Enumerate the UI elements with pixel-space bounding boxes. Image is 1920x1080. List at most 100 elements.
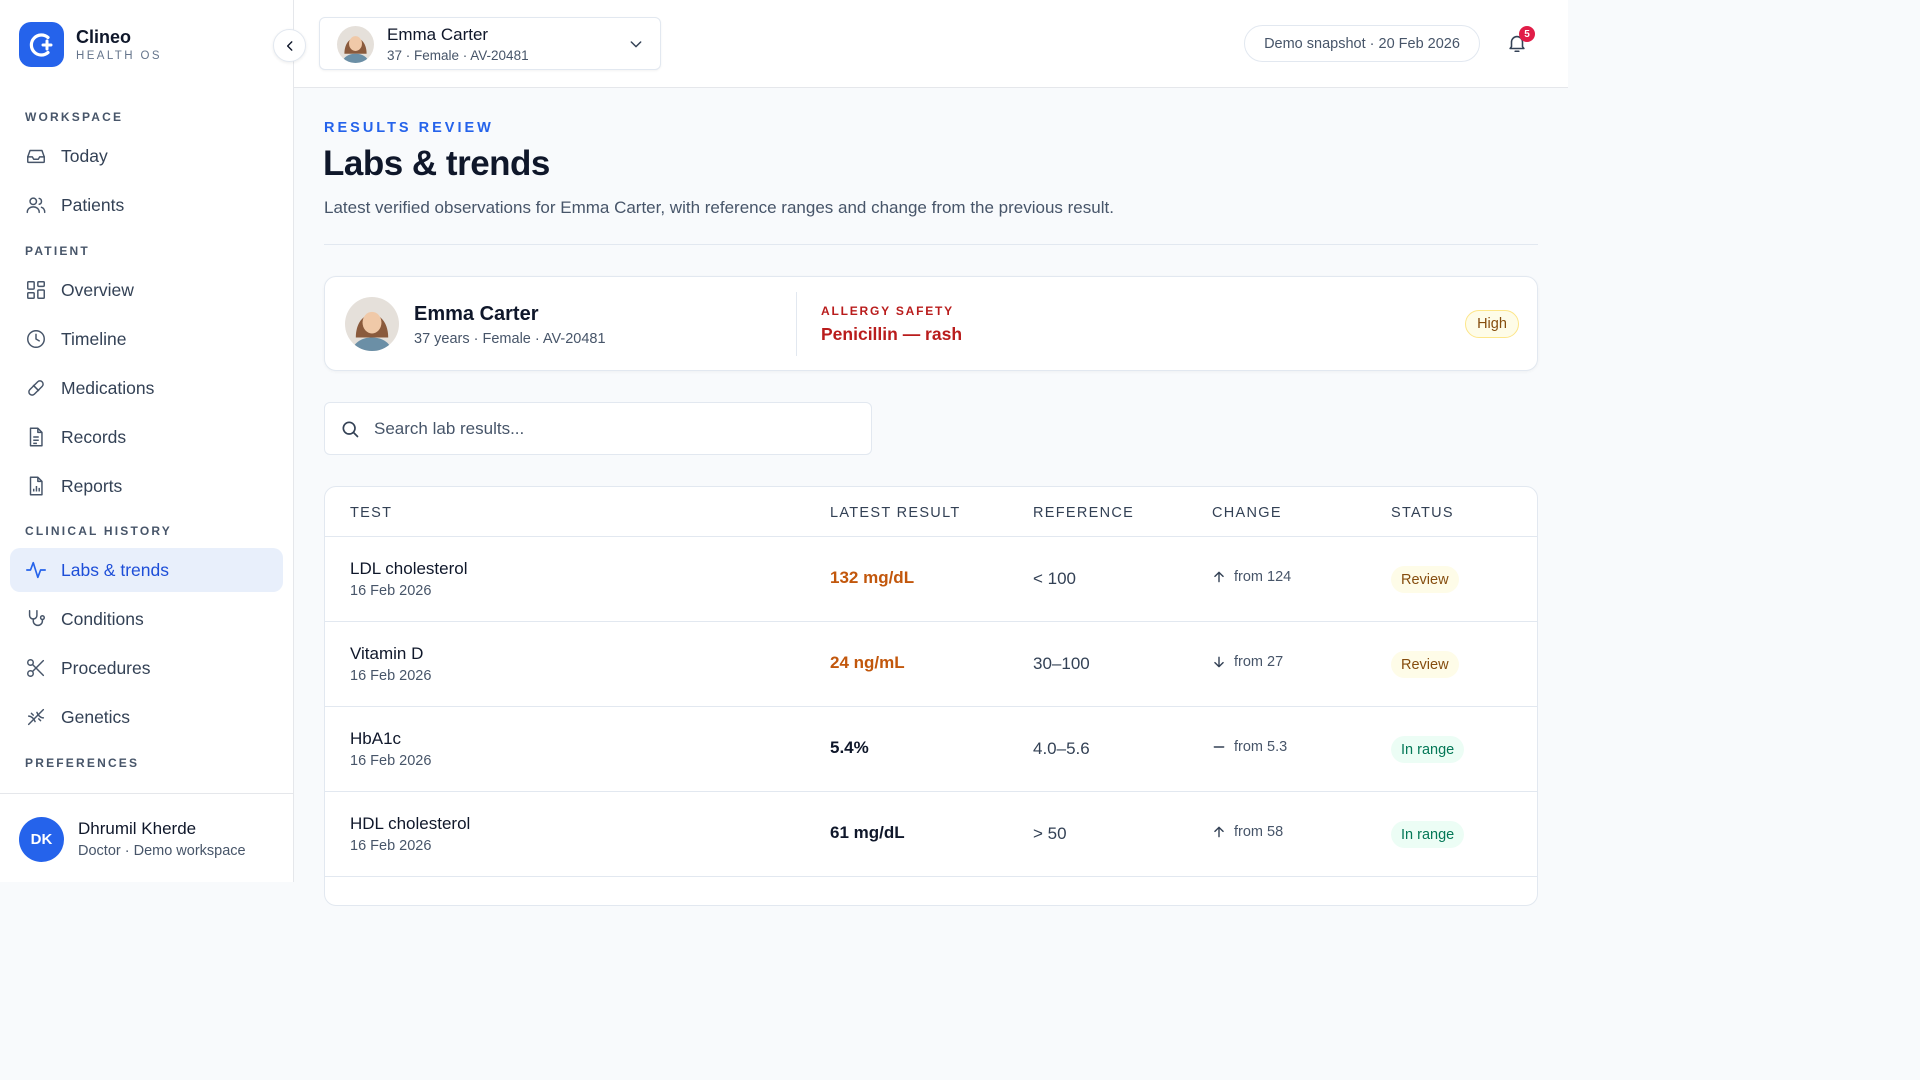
- topbar: Emma Carter 37 · Female · AV-20481 Demo …: [294, 0, 1568, 88]
- column-header-status[interactable]: STATUS: [1391, 505, 1454, 521]
- arrow-up-icon: [1212, 825, 1226, 839]
- dna-icon: [24, 705, 48, 729]
- patient-name: Emma Carter: [414, 303, 539, 325]
- change-text: from 5.3: [1234, 739, 1288, 755]
- sidebar-item-genetics[interactable]: Genetics: [10, 695, 283, 739]
- test-date: 16 Feb 2026: [350, 583, 432, 599]
- sidebar-item-label: Conditions: [61, 608, 144, 629]
- divider: [796, 292, 797, 356]
- test-date: 16 Feb 2026: [350, 838, 432, 854]
- users-icon: [24, 193, 48, 217]
- sidebar-item-reports[interactable]: Reports: [10, 464, 283, 508]
- test-name: Vitamin D: [350, 644, 424, 663]
- dash-icon: [1212, 740, 1226, 754]
- status-badge: Review: [1391, 651, 1459, 678]
- table-row[interactable]: HDL cholesterol 16 Feb 2026 61 mg/dL > 5…: [325, 792, 1537, 877]
- patient-avatar: [337, 26, 374, 63]
- sidebar-item-overview[interactable]: Overview: [10, 268, 283, 312]
- test-date: 16 Feb 2026: [350, 753, 432, 769]
- section-preferences: PREFERENCES: [25, 756, 140, 770]
- column-header-reference[interactable]: REFERENCE: [1033, 505, 1134, 521]
- chevron-left-icon: [286, 40, 292, 51]
- table-row[interactable]: HbA1c 16 Feb 2026 5.4% 4.0–5.6 from 5.3 …: [325, 707, 1537, 792]
- snapshot-badge: Demo snapshot · 20 Feb 2026: [1244, 25, 1480, 62]
- page-eyebrow: RESULTS REVIEW: [324, 120, 494, 136]
- selected-patient-meta: 37 · Female · AV-20481: [387, 48, 529, 63]
- sidebar-item-label: Genetics: [61, 706, 131, 727]
- inbox-icon: [24, 144, 48, 168]
- change-cell: from 5.3: [1212, 739, 1287, 755]
- table-row[interactable]: LDL cholesterol 16 Feb 2026 132 mg/dL < …: [325, 537, 1537, 622]
- clock-icon: [24, 327, 48, 351]
- test-date: 16 Feb 2026: [350, 668, 432, 684]
- change-cell: from 27: [1212, 654, 1283, 670]
- page-title: Labs & trends: [323, 144, 550, 183]
- reference-range: 30–100: [1033, 654, 1090, 673]
- change-cell: from 124: [1212, 569, 1291, 585]
- search-icon: [340, 419, 360, 444]
- sidebar-item-patients[interactable]: Patients: [10, 183, 283, 227]
- pill-icon: [24, 376, 48, 400]
- avatar: DK: [19, 817, 64, 862]
- column-header-latest-result[interactable]: LATEST RESULT: [830, 505, 961, 521]
- sidebar-item-timeline[interactable]: Timeline: [10, 317, 283, 361]
- change-text: from 27: [1234, 654, 1284, 670]
- activity-icon: [24, 558, 48, 582]
- allergy-value: Penicillin — rash: [821, 324, 963, 344]
- chevron-down-icon: [628, 36, 644, 57]
- lab-results-table: TEST LATEST RESULT REFERENCE CHANGE STAT…: [324, 486, 1538, 906]
- section-clinical-history: CLINICAL HISTORY: [25, 524, 172, 538]
- patient-avatar: [345, 297, 399, 351]
- clineo-logo-icon: [19, 22, 64, 67]
- sidebar-item-label: Records: [61, 426, 127, 447]
- test-name: HbA1c: [350, 729, 402, 748]
- stethoscope-icon: [24, 607, 48, 631]
- patient-card: Emma Carter 37 years · Female · AV-20481…: [324, 276, 1538, 371]
- brand[interactable]: Clineo HEALTH OS: [19, 22, 162, 67]
- brand-name: Clineo: [76, 26, 132, 47]
- sidebar-item-label: Today: [61, 145, 108, 166]
- latest-result: 132 mg/dL: [830, 568, 915, 587]
- sidebar-item-medications[interactable]: Medications: [10, 366, 283, 410]
- reference-range: > 50: [1033, 824, 1067, 843]
- patient-selector[interactable]: Emma Carter 37 · Female · AV-20481: [319, 17, 661, 70]
- section-workspace: WORKSPACE: [25, 110, 124, 124]
- user-profile[interactable]: DK Dhrumil Kherde Doctor · Demo workspac…: [0, 793, 293, 882]
- sidebar: Clineo HEALTH OS WORKSPACE Today Patient…: [0, 0, 294, 882]
- search-box: [324, 402, 872, 455]
- user-role: Doctor · Demo workspace: [78, 843, 246, 859]
- sidebar-item-records[interactable]: Records: [10, 415, 283, 459]
- sidebar-item-label: Procedures: [61, 657, 151, 678]
- sidebar-item-label: Timeline: [61, 328, 127, 349]
- test-name: LDL cholesterol: [350, 559, 468, 578]
- section-patient: PATIENT: [25, 244, 90, 258]
- status-badge: In range: [1391, 821, 1465, 848]
- report-icon: [24, 474, 48, 498]
- grid-icon: [24, 278, 48, 302]
- sidebar-item-conditions[interactable]: Conditions: [10, 597, 283, 641]
- sidebar-item-label: Reports: [61, 475, 123, 496]
- sidebar-item-labs-trends[interactable]: Labs & trends: [10, 548, 283, 592]
- sidebar-item-label: Medications: [61, 377, 155, 398]
- search-input[interactable]: [374, 403, 854, 454]
- sidebar-item-procedures[interactable]: Procedures: [10, 646, 283, 690]
- reference-range: 4.0–5.6: [1033, 739, 1090, 758]
- sidebar-item-today[interactable]: Today: [10, 134, 283, 178]
- notification-count-badge: 5: [1519, 26, 1535, 42]
- selected-patient-name: Emma Carter: [387, 25, 489, 44]
- sidebar-item-label: Patients: [61, 194, 125, 215]
- sidebar-item-label: Labs & trends: [61, 559, 169, 580]
- divider: [324, 244, 1538, 245]
- sidebar-item-label: Overview: [61, 279, 134, 300]
- column-header-change[interactable]: CHANGE: [1212, 505, 1282, 521]
- latest-result: 5.4%: [830, 738, 869, 757]
- arrow-up-icon: [1212, 570, 1226, 584]
- arrow-down-icon: [1212, 655, 1226, 669]
- column-header-test[interactable]: TEST: [350, 505, 392, 521]
- collapse-sidebar-button[interactable]: [273, 29, 306, 62]
- table-row[interactable]: Vitamin D 16 Feb 2026 24 ng/mL 30–100 fr…: [325, 622, 1537, 707]
- user-name: Dhrumil Kherde: [78, 819, 197, 838]
- status-badge: In range: [1391, 736, 1465, 763]
- change-text: from 58: [1234, 824, 1284, 840]
- change-text: from 124: [1234, 569, 1292, 585]
